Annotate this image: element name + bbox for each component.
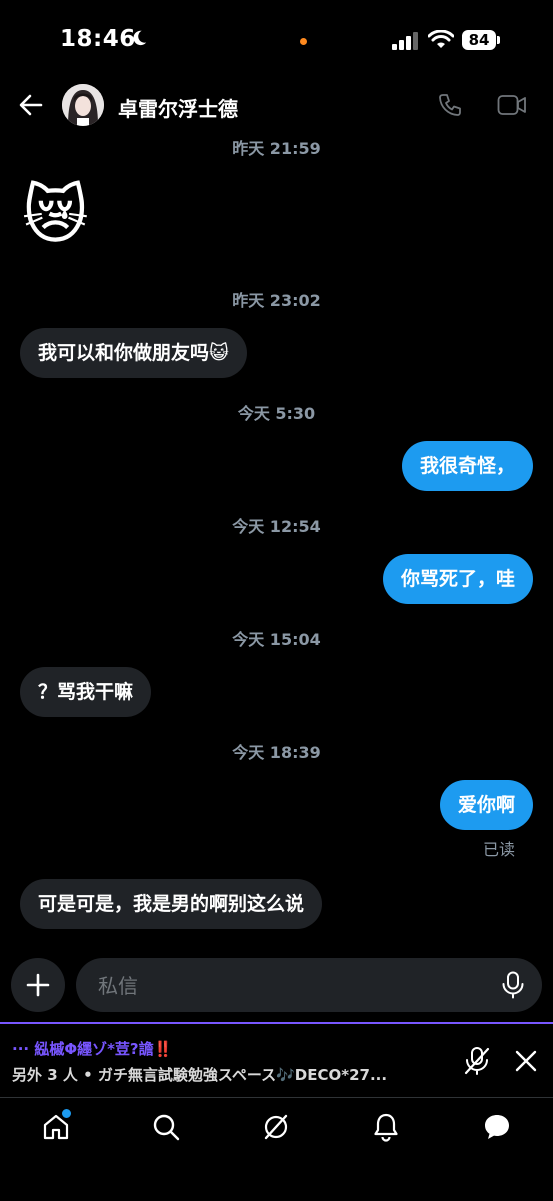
battery-tip [497, 36, 500, 44]
timestamp: 今天 12:54 [232, 517, 321, 536]
notifications-icon[interactable] [371, 1112, 401, 1142]
timestamp: 昨天 23:02 [232, 291, 321, 310]
contact-avatar[interactable] [62, 84, 104, 126]
search-icon[interactable] [151, 1112, 181, 1142]
cellular-signal-icon [392, 32, 418, 50]
plus-icon [26, 973, 50, 997]
grok-icon[interactable] [261, 1112, 291, 1142]
space-title: ··· 紭槭Φ纆ゾ*荳?譫‼️ [12, 1040, 173, 1058]
messages-icon[interactable] [482, 1112, 512, 1142]
muted-microphone-icon[interactable] [463, 1046, 491, 1076]
message-input[interactable] [96, 958, 480, 1014]
space-subtitle: 另外 3 人 • ガチ無言試験勉強スペース🎶DECO*27... [12, 1066, 388, 1084]
moon-icon [133, 30, 147, 46]
wifi-icon [428, 30, 454, 48]
battery-level: 84 [462, 30, 496, 50]
incoming-message[interactable]: 我可以和你做朋友吗😺 [20, 328, 247, 378]
message-compose-box[interactable] [76, 958, 542, 1014]
emoji-message[interactable]: 😿 [22, 178, 89, 254]
video-call-icon[interactable] [497, 94, 527, 116]
incoming-message[interactable]: 可是可是，我是男的啊别这么说 [20, 879, 323, 929]
close-icon[interactable] [515, 1050, 537, 1072]
timestamp: 今天 15:04 [232, 630, 321, 649]
privacy-indicator-dot [300, 38, 307, 45]
outgoing-message[interactable]: 我很奇怪， [401, 441, 533, 491]
live-space-bar[interactable]: ··· 紭槭Φ纆ゾ*荳?譫‼️ 另外 3 人 • ガチ無言試験勉強スペース🎶DE… [0, 1022, 553, 1098]
contact-name[interactable]: 卓雷尔浮士德 [118, 93, 238, 122]
timestamp: 昨天 21:59 [232, 139, 321, 158]
phone-call-icon[interactable] [437, 92, 463, 118]
bottom-navigation [0, 1097, 553, 1201]
timestamp: 今天 18:39 [232, 743, 321, 762]
timestamp: 今天 5:30 [237, 404, 316, 423]
back-arrow-icon[interactable] [18, 92, 44, 118]
incoming-message[interactable]: ？骂我干嘛 [20, 667, 152, 717]
read-receipt: 已读 [482, 840, 515, 859]
notification-badge [60, 1107, 73, 1120]
microphone-icon[interactable] [500, 971, 526, 999]
outgoing-message[interactable]: 你骂死了，哇 [382, 554, 533, 604]
add-media-button[interactable] [11, 958, 65, 1012]
status-time: 18:46 [60, 26, 136, 52]
outgoing-message[interactable]: 爱你啊 [439, 780, 533, 830]
